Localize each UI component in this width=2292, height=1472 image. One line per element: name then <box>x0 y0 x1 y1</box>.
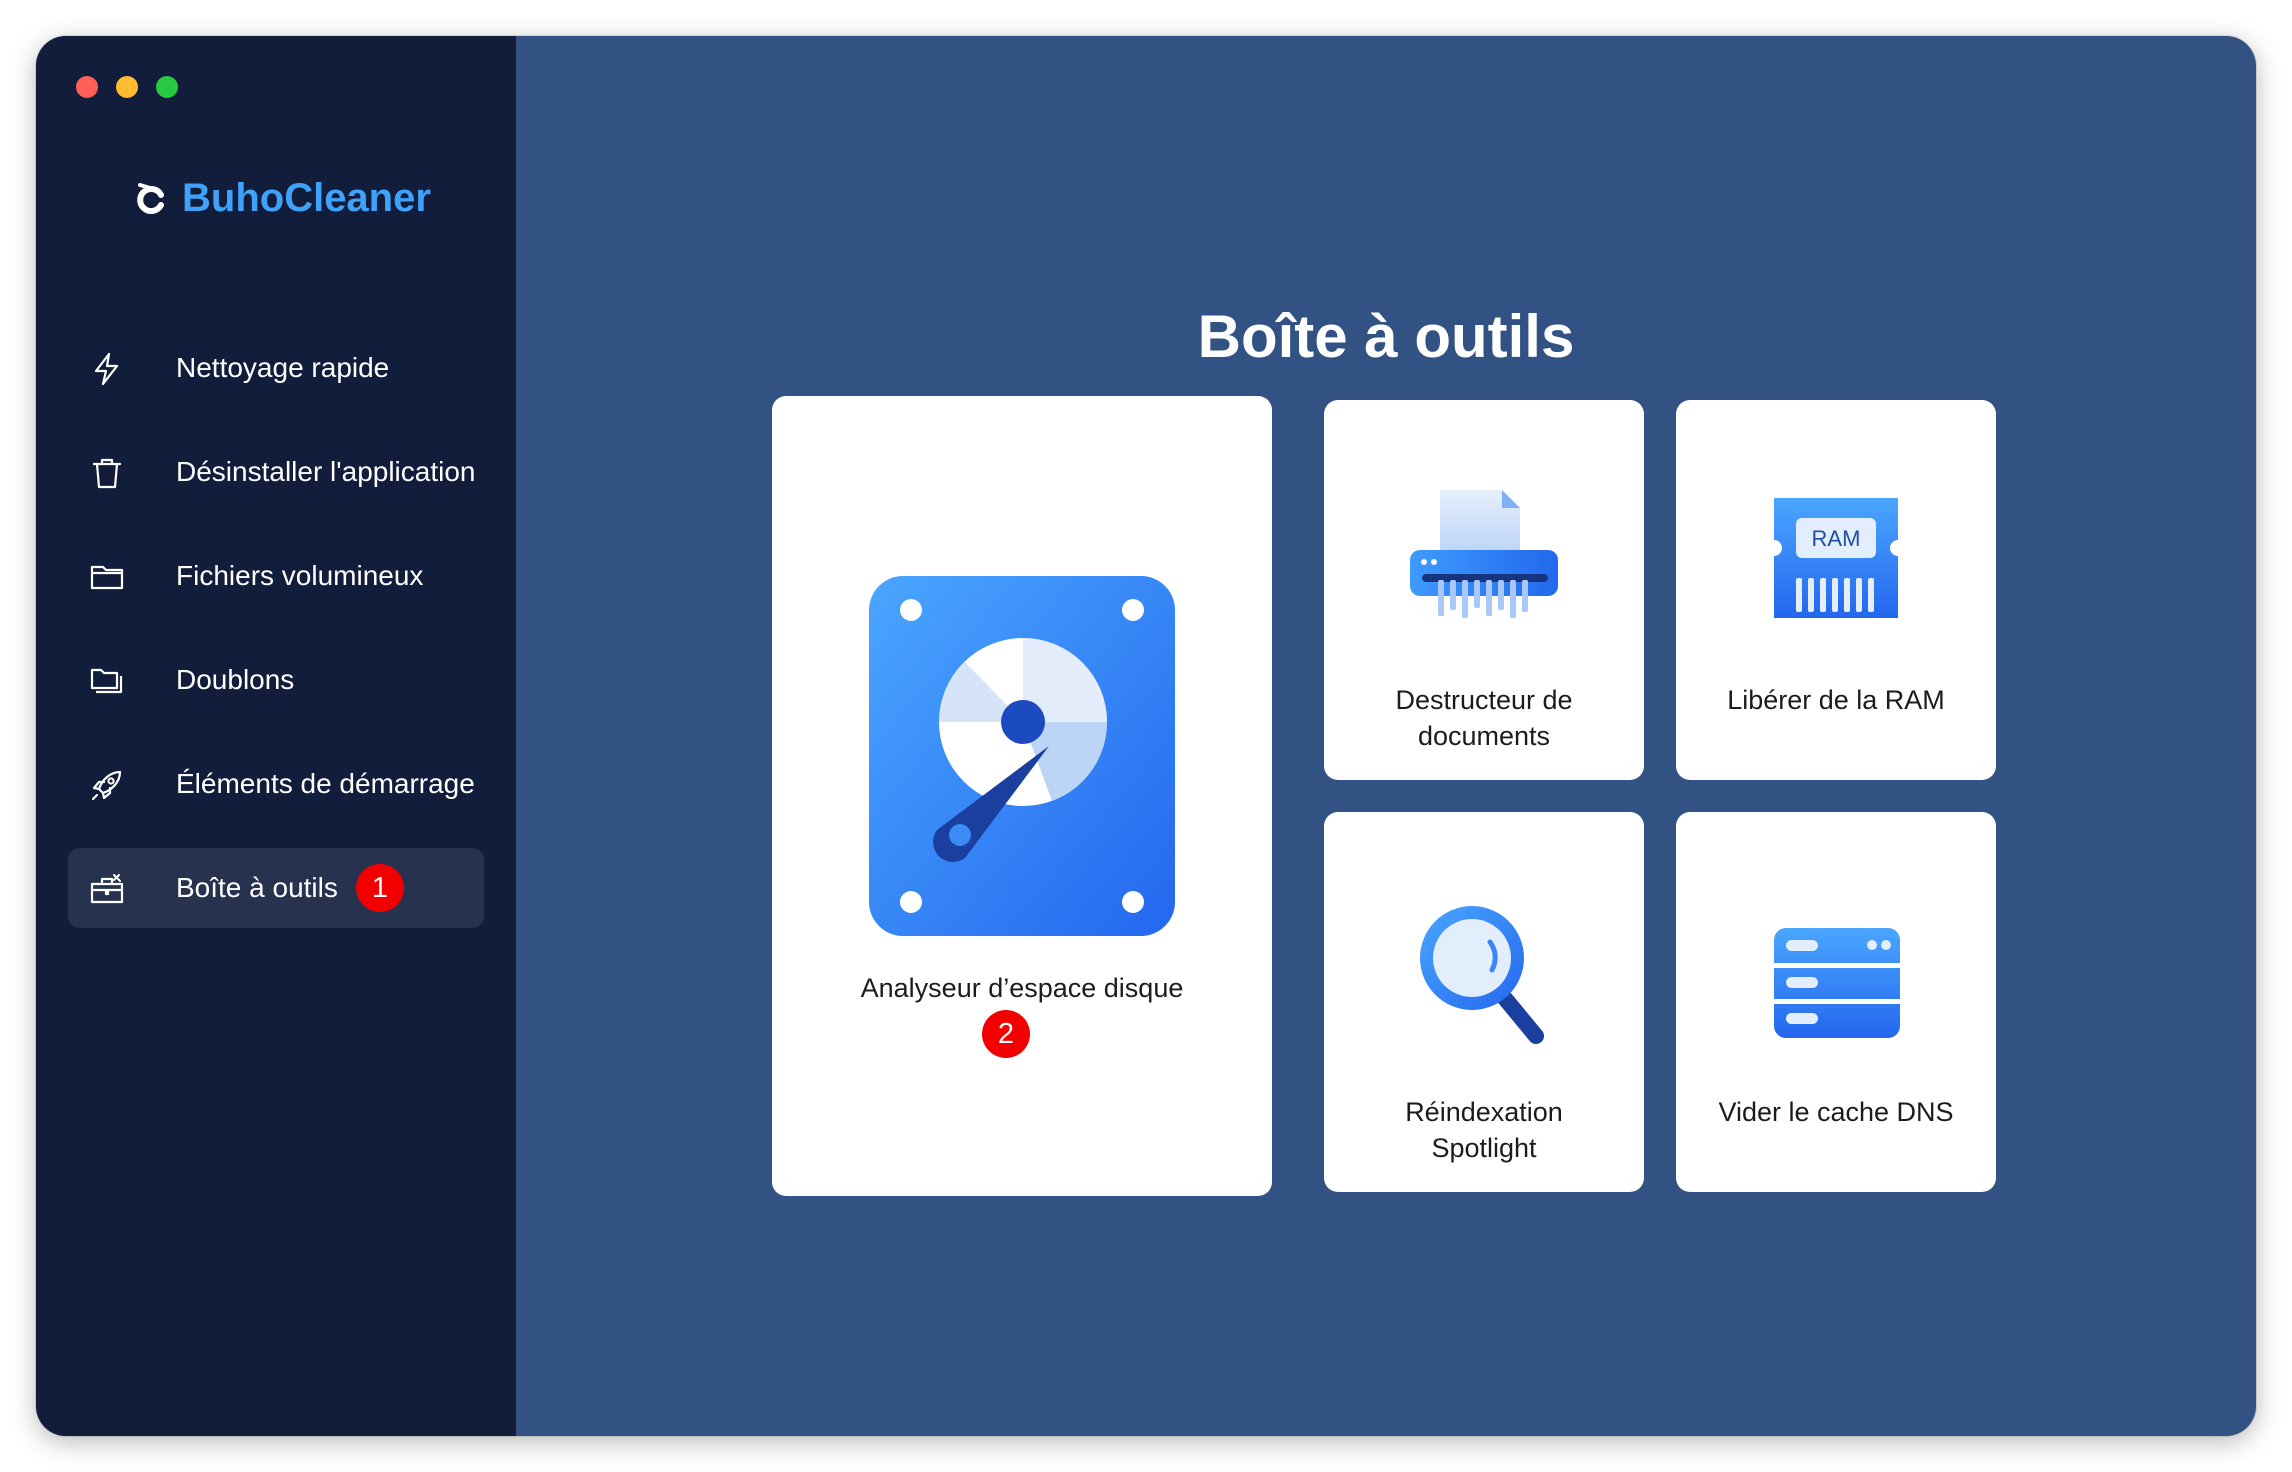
tool-label: Libérer de la RAM <box>1727 685 1945 715</box>
sidebar-item-elements-demarrage[interactable]: Éléments de démarrage <box>68 744 484 824</box>
duplicate-folders-icon <box>90 664 124 698</box>
rocket-icon <box>90 768 124 802</box>
sidebar-item-doublons[interactable]: Doublons <box>68 640 484 720</box>
lightning-icon <box>90 352 124 386</box>
sidebar-item-nettoyage-rapide[interactable]: Nettoyage rapide <box>68 328 484 408</box>
shredder-icon <box>1410 490 1558 618</box>
sidebar: BuhoCleaner Nettoyage rapide Désinstalle… <box>36 36 516 1436</box>
buhocleaner-logo-icon <box>137 182 164 214</box>
ram-chip-label: RAM <box>1812 526 1861 551</box>
zoom-window-button[interactable] <box>156 76 178 98</box>
sidebar-item-label: Nettoyage rapide <box>176 352 390 383</box>
magnifier-icon <box>1420 906 1544 1044</box>
sidebar-item-boite-a-outils[interactable]: Boîte à outils 1 <box>68 848 484 928</box>
dns-server-icon <box>1774 928 1900 1038</box>
tool-label: Vider le cache DNS <box>1718 1097 1954 1127</box>
step-badge: 2 <box>982 1010 1030 1058</box>
app-name: BuhoCleaner <box>182 176 431 220</box>
tool-card-shredder[interactable]: Destructeur de documents <box>1324 400 1644 780</box>
app-brand: BuhoCleaner <box>132 176 431 221</box>
tool-card-free-ram[interactable]: RAM Libérer de la RAM <box>1676 400 1996 780</box>
close-window-button[interactable] <box>76 76 98 98</box>
sidebar-item-label: Éléments de démarrage <box>176 768 475 799</box>
tool-card-spotlight-reindex[interactable]: Réindexation Spotlight <box>1324 812 1644 1192</box>
sidebar-nav: Nettoyage rapide Désinstaller l'applicat… <box>68 328 484 952</box>
trash-icon <box>90 456 124 490</box>
tool-label: Analyseur d’espace disque <box>860 973 1184 1003</box>
tool-label: Réindexation Spotlight <box>1405 1097 1563 1163</box>
main-content: Boîte à outils Analyseur d’espace disque… <box>516 36 2256 1436</box>
minimize-window-button[interactable] <box>116 76 138 98</box>
disk-analyzer-icon <box>869 576 1175 936</box>
tool-card-disk-analyzer[interactable]: Analyseur d’espace disque 2 <box>772 396 1272 1196</box>
window-controls <box>76 76 178 98</box>
toolbox-icon <box>90 872 124 906</box>
sidebar-item-label: Désinstaller l'application <box>176 456 476 487</box>
sidebar-item-label: Fichiers volumineux <box>176 560 424 591</box>
ram-icon: RAM <box>1774 498 1898 618</box>
tool-card-flush-dns[interactable]: Vider le cache DNS <box>1676 812 1996 1192</box>
folder-icon <box>90 560 124 594</box>
app-window: BuhoCleaner Nettoyage rapide Désinstalle… <box>36 36 2256 1436</box>
tool-label: Destructeur de documents <box>1395 685 1573 751</box>
step-badge: 1 <box>356 864 404 912</box>
sidebar-item-desinstaller-application[interactable]: Désinstaller l'application <box>68 432 484 512</box>
sidebar-item-fichiers-volumineux[interactable]: Fichiers volumineux <box>68 536 484 616</box>
sidebar-item-label: Boîte à outils <box>176 872 338 903</box>
page-title: Boîte à outils <box>1197 303 1575 371</box>
sidebar-item-label: Doublons <box>176 664 295 695</box>
